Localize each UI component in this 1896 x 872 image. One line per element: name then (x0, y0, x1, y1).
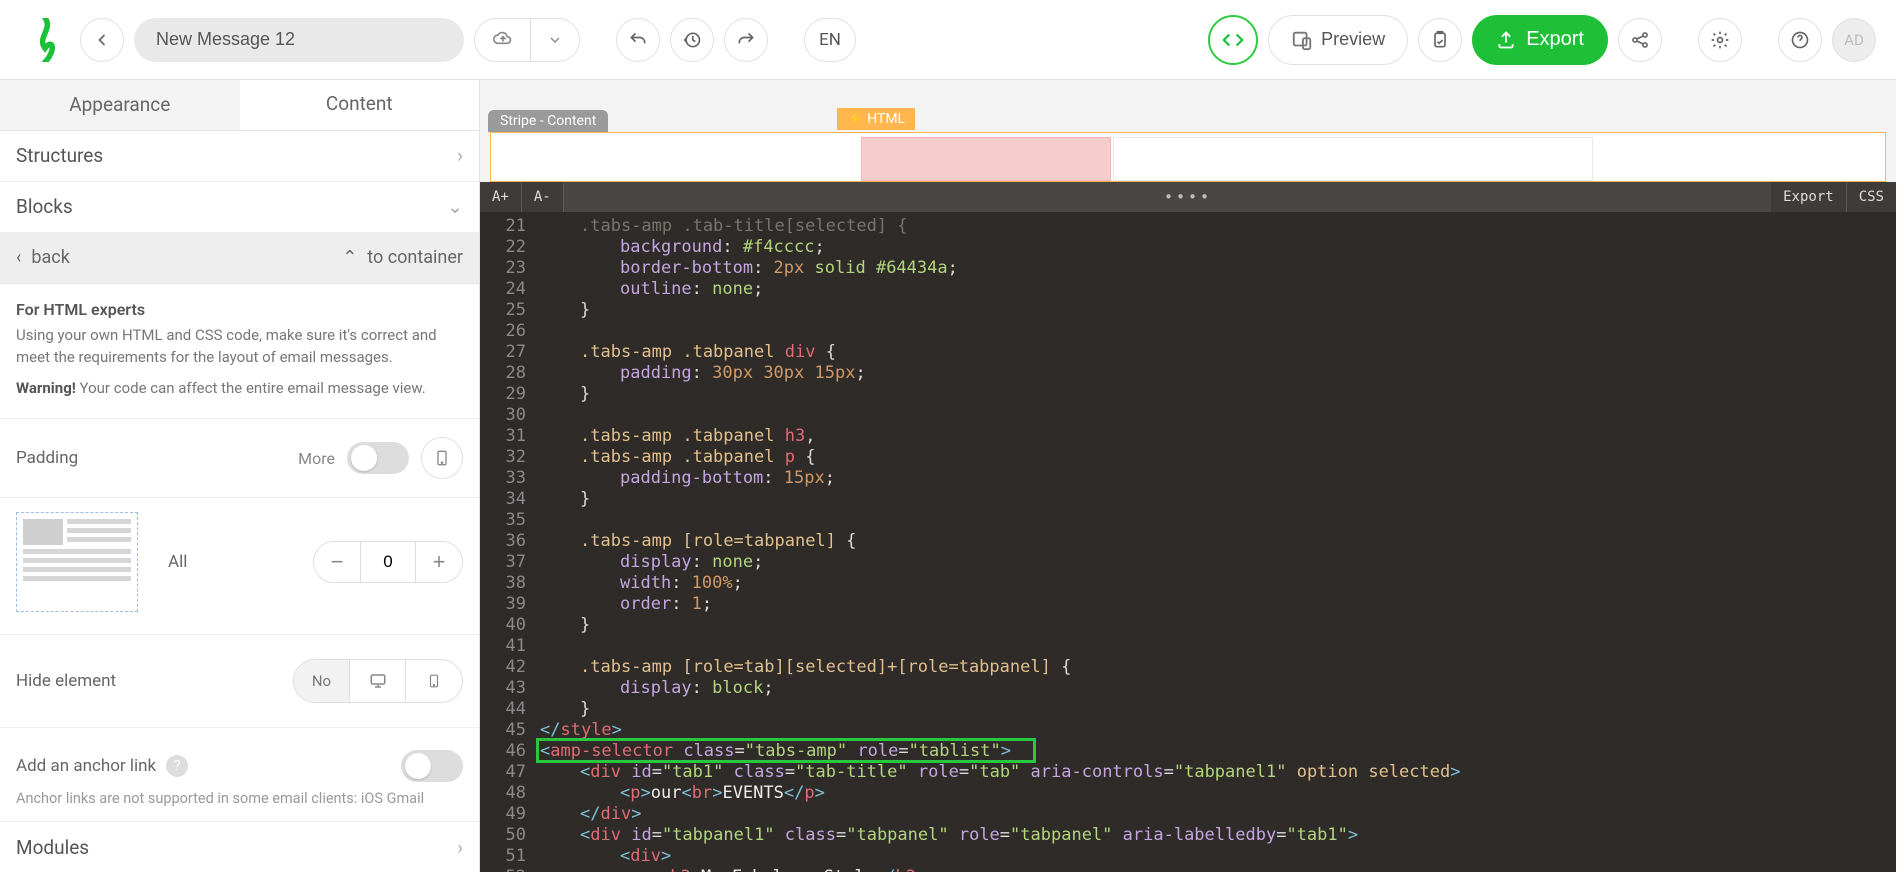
preview-button[interactable]: Preview (1268, 15, 1408, 65)
layout-thumbnail (16, 512, 138, 612)
code-editor: A+ A- •••• Export CSS 212223242526272829… (480, 182, 1896, 872)
warning-label: Warning! (16, 379, 76, 397)
main-area: Appearance Content Structures › Blocks ⌄… (0, 80, 1896, 872)
mobile-padding-button[interactable] (421, 437, 463, 479)
help-button[interactable] (1778, 18, 1822, 62)
padding-label: Padding (16, 448, 78, 468)
padding-header-row: Padding More (0, 419, 479, 498)
to-container-link[interactable]: ⌃ to container (342, 247, 463, 268)
padding-all-label: All (168, 552, 187, 572)
chevron-right-icon: › (457, 836, 463, 859)
clipboard-button[interactable] (1418, 18, 1462, 62)
back-link[interactable]: ‹ back (16, 247, 70, 268)
code-area[interactable]: .tabs-amp .tab-title[selected] {backgrou… (536, 212, 1896, 872)
editor-drag-handle[interactable]: •••• (1164, 188, 1212, 206)
info-body: Using your own HTML and CSS code, make s… (16, 325, 463, 369)
undo-button[interactable] (616, 18, 660, 62)
hide-no-button[interactable]: No (294, 660, 350, 702)
canvas-frame[interactable]: HTML (490, 132, 1886, 182)
save-dropdown-button[interactable] (531, 18, 579, 62)
sidebar: Appearance Content Structures › Blocks ⌄… (0, 80, 480, 872)
settings-button[interactable] (1698, 18, 1742, 62)
export-button[interactable]: Export (1472, 15, 1608, 65)
line-gutter: 2122232425262728293031323334353637383940… (480, 212, 536, 872)
structures-section[interactable]: Structures › (0, 131, 479, 182)
html-experts-info: For HTML experts Using your own HTML and… (0, 284, 479, 419)
save-group (474, 18, 580, 62)
padding-stepper: − + (313, 541, 463, 583)
info-warning: Warning! Your code can affect the entire… (16, 378, 463, 400)
code-view-button[interactable] (1208, 15, 1258, 65)
selected-block-preview[interactable] (861, 137, 1111, 181)
cloud-save-button[interactable] (475, 18, 531, 62)
html-block-tag: HTML (837, 108, 915, 130)
blocks-label: Blocks (16, 195, 73, 218)
anchor-toggle[interactable] (401, 750, 463, 782)
tab-appearance[interactable]: Appearance (0, 80, 240, 130)
hide-mobile-button[interactable] (406, 660, 462, 702)
message-title-input[interactable] (134, 18, 464, 62)
adjacent-block-preview[interactable] (1113, 137, 1593, 181)
stripe-tag: Stripe - Content (488, 110, 608, 132)
top-toolbar: EN Preview Export AD (0, 0, 1896, 80)
share-button[interactable] (1618, 18, 1662, 62)
chevron-down-icon: ⌄ (447, 195, 463, 218)
warning-text: Your code can affect the entire email me… (76, 379, 426, 397)
anchor-label: Add an anchor link (16, 756, 156, 776)
padding-decrease-button[interactable]: − (314, 542, 360, 582)
user-avatar[interactable]: AD (1832, 18, 1876, 62)
padding-increase-button[interactable]: + (416, 542, 462, 582)
export-label: Export (1526, 28, 1584, 51)
hide-element-segments: No (293, 659, 463, 703)
help-icon[interactable]: ? (166, 755, 188, 777)
blocks-section[interactable]: Blocks ⌄ (0, 182, 479, 233)
anchor-note: Anchor links are not supported in some e… (0, 790, 479, 821)
hide-element-label: Hide element (16, 671, 116, 691)
tab-content[interactable]: Content (240, 80, 480, 130)
to-container-label: to container (367, 247, 463, 268)
anchor-row: Add an anchor link ? (0, 728, 479, 790)
chevron-left-icon: ‹ (16, 247, 21, 268)
redo-button[interactable] (724, 18, 768, 62)
sidebar-tabs: Appearance Content (0, 80, 479, 131)
history-button[interactable] (670, 18, 714, 62)
language-button[interactable]: EN (804, 18, 856, 62)
app-logo (20, 18, 70, 62)
font-increase-button[interactable]: A+ (480, 182, 522, 212)
chevron-right-icon: › (457, 144, 463, 167)
info-title: For HTML experts (16, 298, 463, 321)
modules-label: Modules (16, 836, 89, 859)
chevron-up-icon: ⌃ (342, 247, 357, 268)
editor-toolbar: A+ A- •••• Export CSS (480, 182, 1896, 212)
padding-more-link[interactable]: More (298, 449, 335, 468)
font-decrease-button[interactable]: A- (522, 182, 564, 212)
padding-more-toggle[interactable] (347, 442, 409, 474)
editor-css-button[interactable]: CSS (1847, 182, 1896, 212)
editor-export-button[interactable]: Export (1771, 182, 1847, 212)
breadcrumb-row: ‹ back ⌃ to container (0, 233, 479, 284)
structures-label: Structures (16, 144, 103, 167)
canvas-area: Stripe - Content HTML A+ A- •••• Export … (480, 80, 1896, 872)
padding-value-input[interactable] (360, 542, 416, 582)
back-button[interactable] (80, 18, 124, 62)
hide-desktop-button[interactable] (350, 660, 406, 702)
preview-label: Preview (1321, 29, 1385, 50)
modules-section[interactable]: Modules › (0, 821, 479, 872)
back-label: back (31, 247, 69, 268)
padding-body: All − + (0, 498, 479, 635)
hide-element-row: Hide element No (0, 635, 479, 728)
